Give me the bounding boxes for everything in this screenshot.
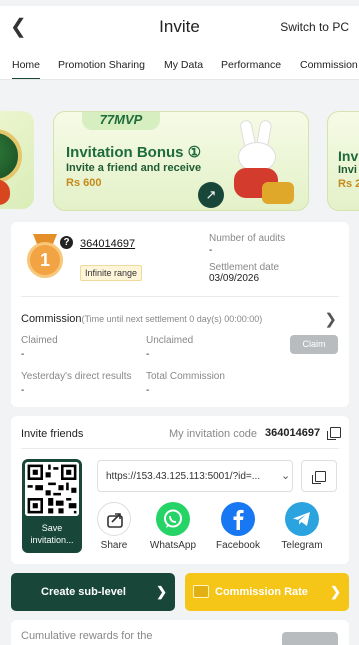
banner-amount: Rs 600 — [66, 177, 102, 189]
settlement-date-value: 03/09/2026 — [209, 273, 260, 284]
invite-title: Invite friends — [21, 428, 84, 440]
brand-logo: 77MVP — [82, 112, 160, 130]
level-medal-icon: 1 — [25, 234, 65, 278]
divider — [21, 296, 339, 297]
tab-performance[interactable]: Performance — [221, 59, 281, 71]
banner-slide-current[interactable]: 77MVP Invitation Bonus ① Invite a friend… — [53, 111, 309, 211]
banner-slide-previous[interactable] — [0, 111, 34, 209]
invitation-code-value: 364014697 — [265, 427, 321, 439]
commission-rate-label: Commission Rate — [215, 586, 308, 598]
copy-code-icon[interactable] — [327, 427, 341, 440]
save-qr-button[interactable]: Save invitation... — [22, 459, 82, 553]
banner-carousel[interactable]: 77MVP Invitation Bonus ① Invite a friend… — [0, 97, 359, 217]
help-icon[interactable]: ? — [60, 236, 73, 249]
unclaimed-value: - — [146, 349, 150, 360]
copy-link-icon — [312, 471, 326, 484]
commission-rate-button[interactable]: Commission Rate ❯ — [185, 573, 349, 611]
chevron-down-icon[interactable]: ⌄ — [281, 469, 290, 482]
cumulative-rewards-card: Cumulative rewards for the — [11, 620, 349, 645]
claimed-value: - — [21, 349, 25, 360]
facebook-icon — [221, 502, 255, 536]
range-badge: Infinite range — [80, 265, 143, 281]
whatsapp-button[interactable]: WhatsApp — [145, 502, 201, 551]
level-number: 1 — [27, 242, 63, 278]
invitation-code-label: My invitation code — [169, 428, 258, 440]
yesterday-results-label: Yesterday's direct results — [21, 371, 132, 382]
share-icon — [97, 502, 131, 536]
cumulative-rewards-label: Cumulative rewards for the — [21, 630, 153, 642]
carousel-indicator — [130, 201, 181, 207]
chevron-right-icon: ❯ — [330, 584, 341, 599]
next-banner-subtitle: Invi — [338, 164, 357, 176]
commission-title: Commission — [21, 313, 82, 325]
next-banner-amount: Rs 2 — [338, 178, 359, 190]
copy-link-button[interactable] — [301, 460, 337, 492]
user-id[interactable]: 364014697 — [80, 238, 135, 250]
invite-friends-card: Invite friends My invitation code 364014… — [11, 416, 349, 564]
tab-promotion-sharing[interactable]: Promotion Sharing — [58, 59, 145, 71]
share-label: Share — [100, 540, 128, 551]
create-sub-level-button[interactable]: Create sub-level ❯ — [11, 573, 175, 611]
audits-label: Number of audits — [209, 233, 286, 244]
top-bar: ❮ Invite Switch to PC — [0, 6, 359, 50]
audits-value: - — [209, 245, 213, 256]
yesterday-results-value: - — [21, 385, 25, 396]
telegram-icon — [285, 502, 319, 536]
tab-commission[interactable]: Commission — [300, 59, 358, 71]
telegram-button[interactable]: Telegram — [274, 502, 330, 551]
settlement-date-label: Settlement date — [209, 262, 280, 273]
tab-home[interactable]: Home — [12, 59, 41, 79]
tab-my-data[interactable]: My Data — [164, 59, 203, 71]
total-commission-label: Total Commission — [146, 371, 225, 382]
rabbit-mascot-illustration — [224, 119, 296, 206]
banner-share-icon[interactable]: ↗ — [198, 182, 224, 208]
money-icon — [193, 585, 209, 598]
telegram-label: Telegram — [281, 540, 323, 551]
account-summary-card: 1 ? 364014697 Infinite range Number of a… — [11, 222, 349, 407]
invite-url-field[interactable]: https://153.43.125.113:5001/?id=... — [97, 460, 293, 492]
commission-heading: Commission(Time until next settlement 0 … — [21, 313, 262, 325]
share-button[interactable]: Share — [86, 502, 142, 551]
character-illustration — [0, 179, 10, 205]
settlement-countdown: (Time until next settlement 0 day(s) 00:… — [81, 314, 263, 324]
facebook-button[interactable]: Facebook — [210, 502, 266, 551]
claim-button[interactable]: Claim — [290, 335, 338, 354]
tab-bar: Home Promotion Sharing My Data Performan… — [0, 50, 359, 80]
divider — [21, 448, 339, 449]
coin-illustration — [0, 129, 22, 183]
switch-to-pc-link[interactable]: Switch to PC — [280, 20, 349, 34]
commission-chevron-right-icon[interactable]: ❯ — [324, 310, 337, 328]
banner-title: Invitation Bonus ① — [66, 144, 202, 161]
banner-slide-next[interactable]: Inv Invi Rs 2 — [327, 111, 359, 211]
next-banner-title: Inv — [338, 148, 359, 164]
unclaimed-label: Unclaimed — [146, 335, 194, 346]
whatsapp-label: WhatsApp — [149, 540, 197, 551]
chevron-right-icon: ❯ — [156, 584, 167, 599]
cumulative-action-button[interactable] — [282, 632, 338, 645]
save-invitation-label: Save invitation... — [30, 523, 74, 545]
claimed-label: Claimed — [21, 335, 58, 346]
banner-subtitle: Invite a friend and receive — [66, 162, 202, 174]
total-commission-value: - — [146, 385, 150, 396]
create-sub-level-label: Create sub-level — [41, 586, 126, 598]
facebook-label: Facebook — [216, 540, 260, 551]
qr-code-icon — [25, 462, 79, 516]
whatsapp-icon — [156, 502, 190, 536]
